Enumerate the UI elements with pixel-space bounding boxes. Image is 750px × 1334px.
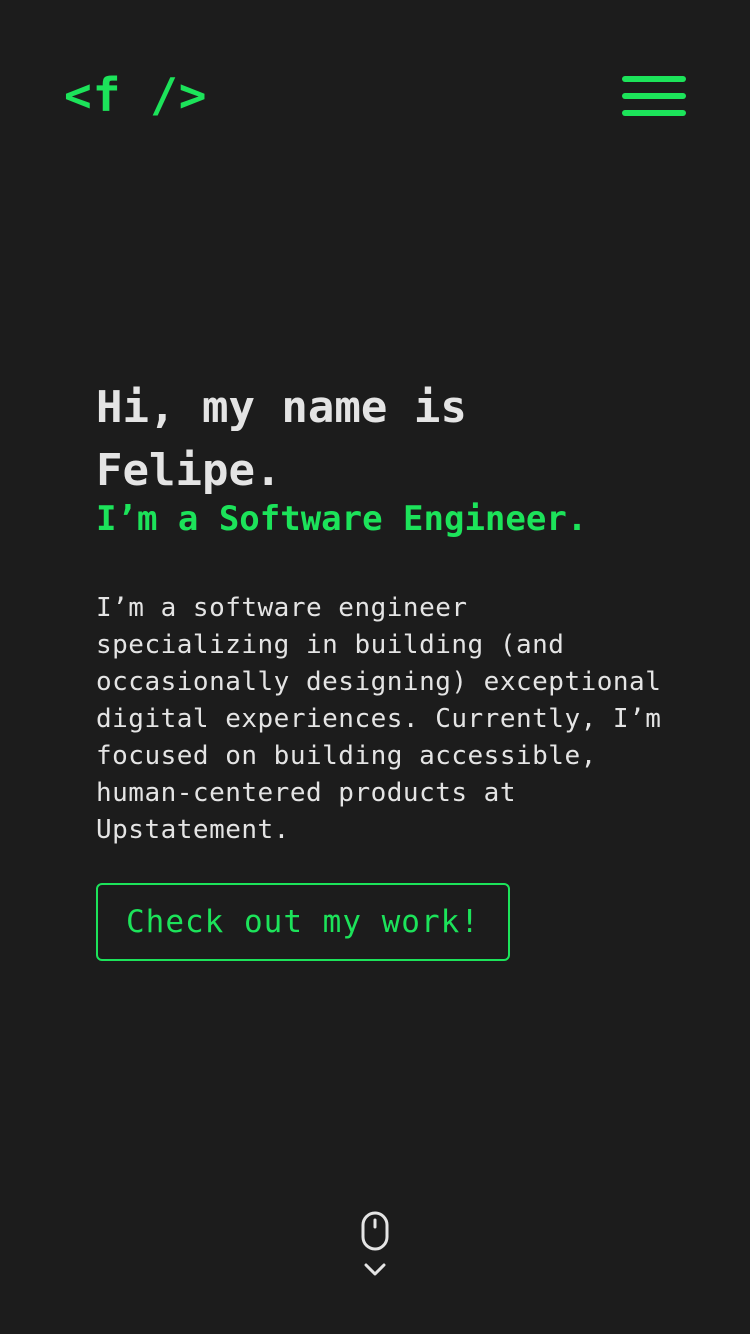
- menu-button[interactable]: [620, 74, 688, 118]
- hamburger-menu-icon: [622, 76, 686, 82]
- scroll-indicator[interactable]: [355, 1210, 395, 1282]
- hero-role: I’m a Software Engineer.: [96, 499, 588, 539]
- hero-greeting: Hi, my name is Felipe.: [96, 382, 467, 496]
- hero-section: Hi, my name is Felipe. I’m a Software En…: [96, 376, 676, 961]
- check-out-work-button[interactable]: Check out my work!: [96, 883, 510, 961]
- hero-bio: I’m a software engineer specializing in …: [96, 593, 662, 845]
- chevron-down-icon: [364, 1263, 386, 1276]
- hamburger-menu-icon-bar: [622, 110, 686, 116]
- site-logo[interactable]: <f />: [64, 68, 207, 122]
- hamburger-menu-icon-bar: [622, 93, 686, 99]
- logo-text: <f />: [64, 68, 208, 122]
- mouse-icon: [361, 1211, 389, 1276]
